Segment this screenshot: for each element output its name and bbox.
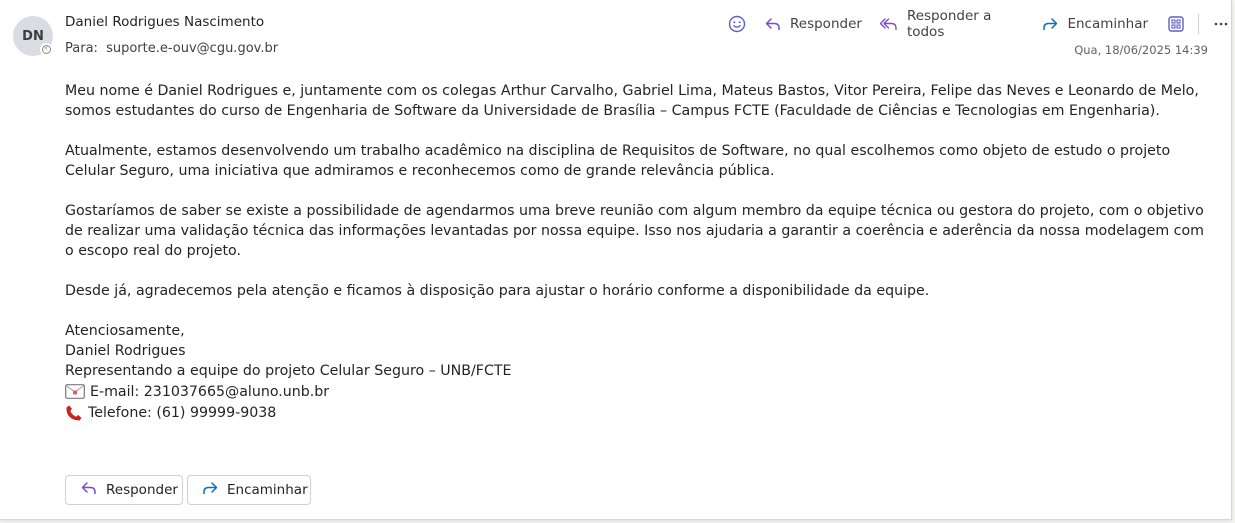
reply-label: Responder xyxy=(790,16,862,32)
recipient-address[interactable]: suporte.e-ouv@cgu.gov.br xyxy=(106,41,278,56)
more-icon xyxy=(1211,14,1231,34)
signature-phone: Telefone: (61) 99999-9038 xyxy=(88,404,277,421)
emoji-reaction-button[interactable] xyxy=(727,14,747,34)
reply-all-button[interactable]: Responder a todos xyxy=(878,8,1025,40)
reply-icon xyxy=(763,14,783,34)
telephone-icon xyxy=(65,404,83,422)
signature-closing: Atenciosamente, xyxy=(65,323,185,339)
sent-date: Qua, 18/06/2025 14:39 xyxy=(1074,43,1208,57)
body-paragraph: Gostaríamos de saber se existe a possibi… xyxy=(65,203,1204,259)
reply-button[interactable]: Responder xyxy=(763,14,862,34)
avatar-initials: DN xyxy=(22,28,44,44)
signature-name: Daniel Rodrigues xyxy=(65,343,186,359)
forward-label: Encaminhar xyxy=(1067,16,1149,32)
reply-action-button[interactable]: Responder xyxy=(65,475,183,505)
body-paragraph: Meu nome é Daniel Rodrigues e, juntament… xyxy=(65,83,1199,119)
forward-action-label: Encaminhar xyxy=(227,482,308,498)
signature-email: E-mail: 231037665@aluno.unb.br xyxy=(90,383,330,400)
emoji-icon xyxy=(727,14,747,34)
recipient-line: Para: suporte.e-ouv@cgu.gov.br xyxy=(65,41,278,56)
presence-status-icon: × xyxy=(40,43,52,55)
forward-button[interactable]: Encaminhar xyxy=(1040,14,1148,34)
reply-action-label: Responder xyxy=(106,482,178,498)
envelope-icon xyxy=(65,384,85,399)
forward-icon xyxy=(200,478,220,502)
signature-email-line: E-mail: 231037665@aluno.unb.br xyxy=(65,381,1210,402)
reply-all-label: Responder a todos xyxy=(906,8,992,40)
message-body: Meu nome é Daniel Rodrigues e, juntament… xyxy=(65,81,1210,423)
recipient-label: Para: xyxy=(65,41,98,56)
message-toolbar: Responder Responder a todos Encaminhar xyxy=(727,8,1231,40)
reply-all-icon xyxy=(878,14,900,34)
forward-icon xyxy=(1040,14,1060,34)
sender-name[interactable]: Daniel Rodrigues Nascimento xyxy=(65,14,264,30)
body-paragraph: Desde já, agradecemos pela atenção e fic… xyxy=(65,283,930,299)
signature-phone-line: Telefone: (61) 99999-9038 xyxy=(65,402,1210,423)
body-paragraph: Atualmente, estamos desenvolvendo um tra… xyxy=(65,143,1171,179)
signature: Atenciosamente, Daniel Rodrigues Represe… xyxy=(65,321,1210,423)
apps-icon xyxy=(1166,14,1186,34)
signature-role: Representando a equipe do projeto Celula… xyxy=(65,363,512,379)
apps-button[interactable] xyxy=(1166,14,1186,34)
forward-action-button[interactable]: Encaminhar xyxy=(187,475,311,505)
reply-icon xyxy=(79,478,99,502)
more-actions-button[interactable] xyxy=(1211,14,1231,34)
email-reading-pane: DN × Daniel Rodrigues Nascimento Para: s… xyxy=(0,0,1232,520)
toolbar-divider xyxy=(1198,14,1199,34)
